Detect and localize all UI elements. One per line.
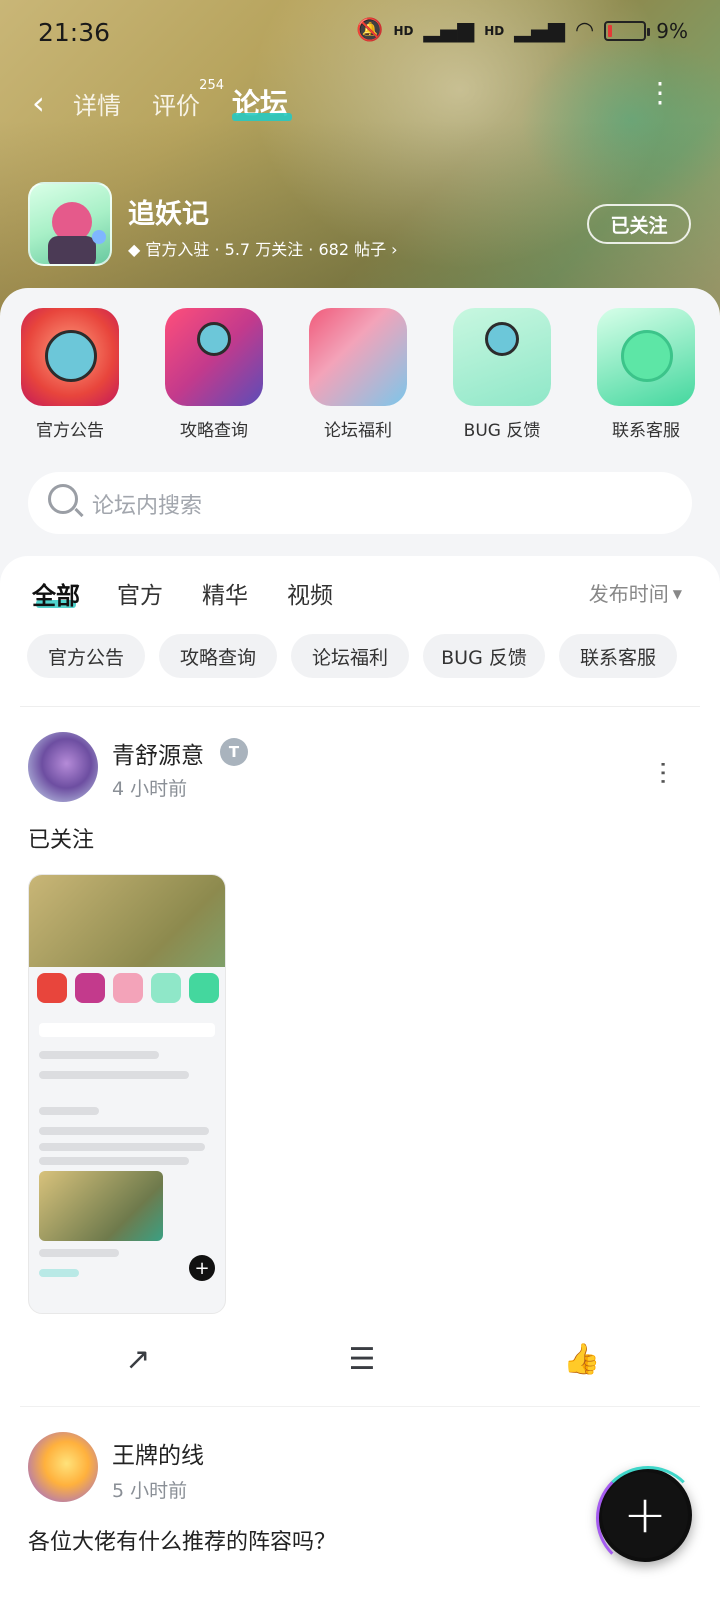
quick-link-benefits[interactable]: 论坛福利 bbox=[308, 308, 408, 441]
top-nav: ‹ 详情 评价 254 论坛 bbox=[0, 78, 720, 128]
active-tab-indicator bbox=[232, 113, 292, 121]
post-screenshot-image[interactable]: + bbox=[28, 874, 226, 1314]
filter-tab-featured[interactable]: 精华 bbox=[202, 576, 248, 610]
guides-thumbnail bbox=[165, 308, 263, 406]
chip-bug-report[interactable]: BUG 反馈 bbox=[423, 634, 545, 678]
chip-support[interactable]: 联系客服 bbox=[559, 634, 677, 678]
signal-icon-2: ▂▄▆ bbox=[514, 18, 566, 43]
hd-signal-2: HD bbox=[484, 23, 505, 38]
create-post-button[interactable]: + bbox=[596, 1466, 700, 1570]
comment-icon[interactable]: ☰ bbox=[342, 1340, 382, 1380]
avatar[interactable] bbox=[28, 1432, 98, 1502]
tab-reviews[interactable]: 评价 254 bbox=[152, 78, 224, 121]
quick-link-bug-report[interactable]: BUG 反馈 bbox=[452, 308, 552, 441]
quick-link-guides[interactable]: 攻略查询 bbox=[164, 308, 264, 441]
bug-report-thumbnail bbox=[453, 308, 551, 406]
chip-guides[interactable]: 攻略查询 bbox=[159, 634, 277, 678]
support-thumbnail bbox=[597, 308, 695, 406]
post-username[interactable]: 青舒源意 bbox=[112, 736, 204, 770]
share-icon[interactable]: ↗ bbox=[118, 1340, 158, 1380]
announcement-thumbnail bbox=[21, 308, 119, 406]
chip-announcements[interactable]: 官方公告 bbox=[27, 634, 145, 678]
game-icon[interactable] bbox=[28, 182, 112, 266]
status-icons: 🔕 HD ▂▄▆ HD ▂▄▆ ◠ 9% bbox=[356, 18, 688, 43]
quick-link-support[interactable]: 联系客服 bbox=[596, 308, 696, 441]
post-time: 5 小时前 bbox=[112, 1480, 188, 1502]
back-arrow-icon[interactable]: ‹ bbox=[32, 84, 45, 122]
screenshot-fab-icon: + bbox=[189, 1255, 215, 1281]
follow-button[interactable]: 已关注 bbox=[587, 204, 691, 244]
benefits-thumbnail bbox=[309, 308, 407, 406]
forum-search-input[interactable]: 论坛内搜索 bbox=[28, 472, 692, 534]
post-username[interactable]: 王牌的线 bbox=[112, 1436, 204, 1470]
status-time: 21:36 bbox=[38, 18, 111, 47]
status-bar: 21:36 🔕 HD ▂▄▆ HD ▂▄▆ ◠ 9% bbox=[0, 0, 720, 64]
diamond-icon: ◆ bbox=[128, 240, 141, 259]
filter-tab-video[interactable]: 视频 bbox=[287, 576, 333, 610]
chip-benefits[interactable]: 论坛福利 bbox=[291, 634, 409, 678]
wifi-icon: ◠ bbox=[575, 18, 595, 43]
divider bbox=[20, 706, 700, 707]
search-icon bbox=[48, 484, 78, 514]
category-chips: 官方公告 攻略查询 论坛福利 BUG 反馈 联系客服 bbox=[27, 634, 707, 680]
post-actions: ↗ ☰ 👍 bbox=[0, 1340, 720, 1390]
post-separator bbox=[20, 1406, 700, 1407]
caret-down-icon: ▼ bbox=[672, 587, 682, 601]
post-more-icon[interactable]: ⋯ bbox=[648, 760, 678, 782]
signal-icon: ▂▄▆ bbox=[423, 18, 475, 43]
verified-badge-icon: T bbox=[220, 738, 248, 766]
game-title: 追妖记 bbox=[128, 199, 209, 230]
mute-bell-icon: 🔕 bbox=[356, 18, 384, 43]
battery-icon bbox=[604, 20, 651, 41]
quick-links: 官方公告 攻略查询 论坛福利 BUG 反馈 联系客服 bbox=[0, 308, 720, 448]
quick-link-announcements[interactable]: 官方公告 bbox=[20, 308, 120, 441]
search-placeholder: 论坛内搜索 bbox=[92, 494, 203, 519]
post-text: 各位大佬有什么推荐的阵容吗？ bbox=[28, 1530, 337, 1555]
sort-dropdown[interactable]: 发布时间 ▼ bbox=[589, 578, 682, 607]
reviews-count-badge: 254 bbox=[199, 78, 224, 93]
filter-tab-all[interactable]: 全部 bbox=[32, 576, 80, 611]
like-icon[interactable]: 👍 bbox=[562, 1340, 602, 1380]
post-text: 已关注 bbox=[28, 828, 95, 853]
hd-signal-1: HD bbox=[393, 23, 414, 38]
tab-details[interactable]: 详情 bbox=[73, 86, 121, 121]
more-menu-icon[interactable]: ⋮ bbox=[646, 79, 674, 107]
filter-tab-official[interactable]: 官方 bbox=[117, 576, 163, 610]
game-meta[interactable]: ◆ 官方入驻 · 5.7 万关注 · 682 帖子 › bbox=[128, 236, 398, 260]
avatar[interactable] bbox=[28, 732, 98, 802]
battery-percent: 9% bbox=[656, 18, 688, 43]
post-time: 4 小时前 bbox=[112, 778, 188, 800]
